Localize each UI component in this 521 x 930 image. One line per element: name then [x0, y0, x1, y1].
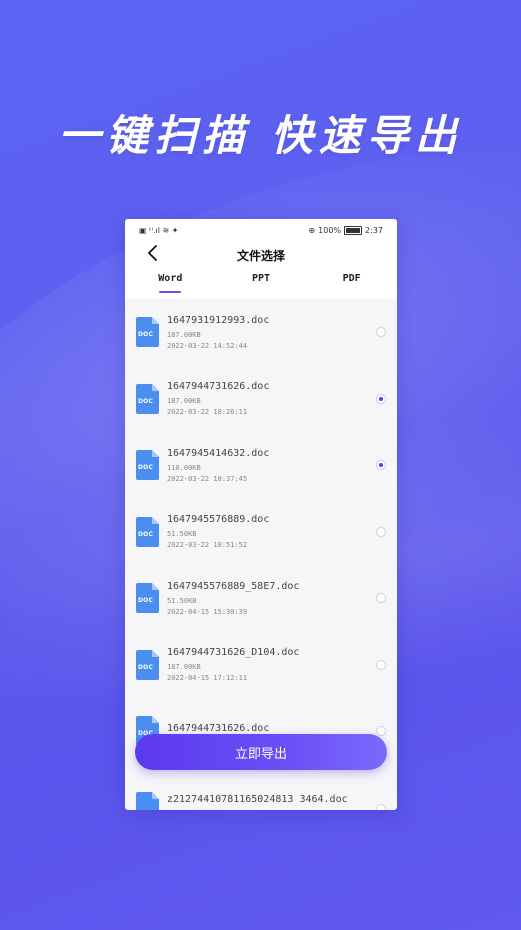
file-date: 2022-04-15 15:30:39	[167, 607, 248, 616]
doc-file-icon: DOC	[136, 450, 159, 481]
file-date: 2022-03-22 18:37:45	[167, 474, 248, 483]
back-arrow-icon[interactable]	[145, 243, 161, 263]
tab-pdf[interactable]: PDF	[306, 269, 397, 299]
doc-file-icon: DOC	[136, 583, 159, 614]
doc-badge: DOC	[138, 663, 154, 671]
file-name: 1647944731626.doc	[167, 381, 270, 393]
file-name: 1647945414632.doc	[167, 447, 270, 459]
select-radio[interactable]	[376, 460, 386, 470]
tab-ppt[interactable]: PPT	[216, 269, 307, 299]
file-size: 187.00KB	[167, 663, 201, 672]
select-radio[interactable]	[376, 726, 386, 736]
file-name: 1647944731626.doc	[167, 723, 270, 735]
tab-word[interactable]: Word	[125, 269, 216, 299]
doc-badge: DOC	[138, 597, 154, 605]
export-button[interactable]: 立即导出	[135, 734, 387, 770]
file-size: 187.00KB	[167, 397, 201, 406]
doc-file-icon: DOC	[136, 516, 159, 547]
file-item-partial[interactable]: z21274410781165024813 3464.doc	[125, 774, 397, 810]
page-title: 文件选择	[236, 248, 285, 263]
select-radio[interactable]	[376, 804, 386, 810]
file-name: 1647945576889.doc	[167, 514, 270, 526]
doc-badge: DOC	[138, 331, 154, 339]
signal-icon: ⊕	[308, 225, 316, 235]
file-item[interactable]: DOC 1647944731626.doc 187.00KB 2022-03-2…	[125, 366, 397, 433]
file-size: 110.00KB	[167, 463, 201, 472]
select-radio[interactable]	[376, 327, 386, 337]
file-item[interactable]: DOC 1647945576889.doc 51.50KB 2022-03-22…	[125, 499, 397, 566]
nav-bar: 文件选择	[125, 241, 397, 269]
file-date: 2022-03-22 14:52:44	[167, 341, 248, 350]
file-name: 1647945576889_58E7.doc	[167, 580, 300, 592]
select-radio[interactable]	[376, 593, 386, 603]
doc-badge: DOC	[138, 530, 154, 538]
status-right: ⊕ 100% 2:37	[308, 225, 383, 235]
select-radio[interactable]	[376, 393, 386, 404]
status-icons-left: ▣ ᵗᴵ.ıl ≋ ✦	[139, 225, 179, 235]
doc-badge: DOC	[138, 397, 154, 405]
file-date: 2022-03-22 18:26:11	[167, 408, 248, 417]
doc-file-icon: DOC	[136, 649, 159, 680]
doc-file-icon: DOC	[136, 317, 159, 348]
file-type-tabs: Word PPT PDF	[125, 269, 397, 299]
battery-percent: 100%	[318, 225, 342, 235]
select-radio[interactable]	[376, 659, 386, 670]
phone-screen: ▣ ᵗᴵ.ıl ≋ ✦ ⊕ 100% 2:37 文件选择 Word PPT PD…	[125, 219, 397, 810]
file-item[interactable]: DOC 1647931912993.doc 187.00KB 2022-03-2…	[125, 299, 397, 366]
doc-badge: DOC	[138, 464, 154, 472]
file-item[interactable]: DOC 1647944731626_D104.doc 187.00KB 2022…	[125, 632, 397, 699]
doc-file-icon: DOC	[136, 383, 159, 414]
file-date: 2022-03-22 18:51:52	[167, 541, 248, 550]
file-size: 187.00KB	[167, 330, 201, 339]
file-date: 2022-04-15 17:12:11	[167, 674, 248, 683]
file-name: z21274410781165024813 3464.doc	[167, 794, 348, 805]
status-bar: ▣ ᵗᴵ.ıl ≋ ✦ ⊕ 100% 2:37	[125, 219, 397, 241]
file-item[interactable]: DOC 1647945576889_58E7.doc 51.50KB 2022-…	[125, 565, 397, 632]
file-name: 1647931912993.doc	[167, 314, 270, 326]
battery-icon	[344, 225, 363, 235]
select-radio[interactable]	[376, 526, 386, 537]
file-size: 51.50KB	[167, 596, 197, 605]
hero-title: 一键扫描 快速导出	[58, 111, 463, 160]
file-name: 1647944731626_D104.doc	[167, 647, 300, 659]
clock: 2:37	[365, 225, 383, 235]
status-icons: ▣ ᵗᴵ.ıl ≋ ✦	[139, 226, 178, 235]
file-item[interactable]: DOC 1647945414632.doc 110.00KB 2022-03-2…	[125, 432, 397, 499]
doc-file-icon	[136, 792, 159, 810]
file-size: 51.50KB	[167, 530, 197, 539]
